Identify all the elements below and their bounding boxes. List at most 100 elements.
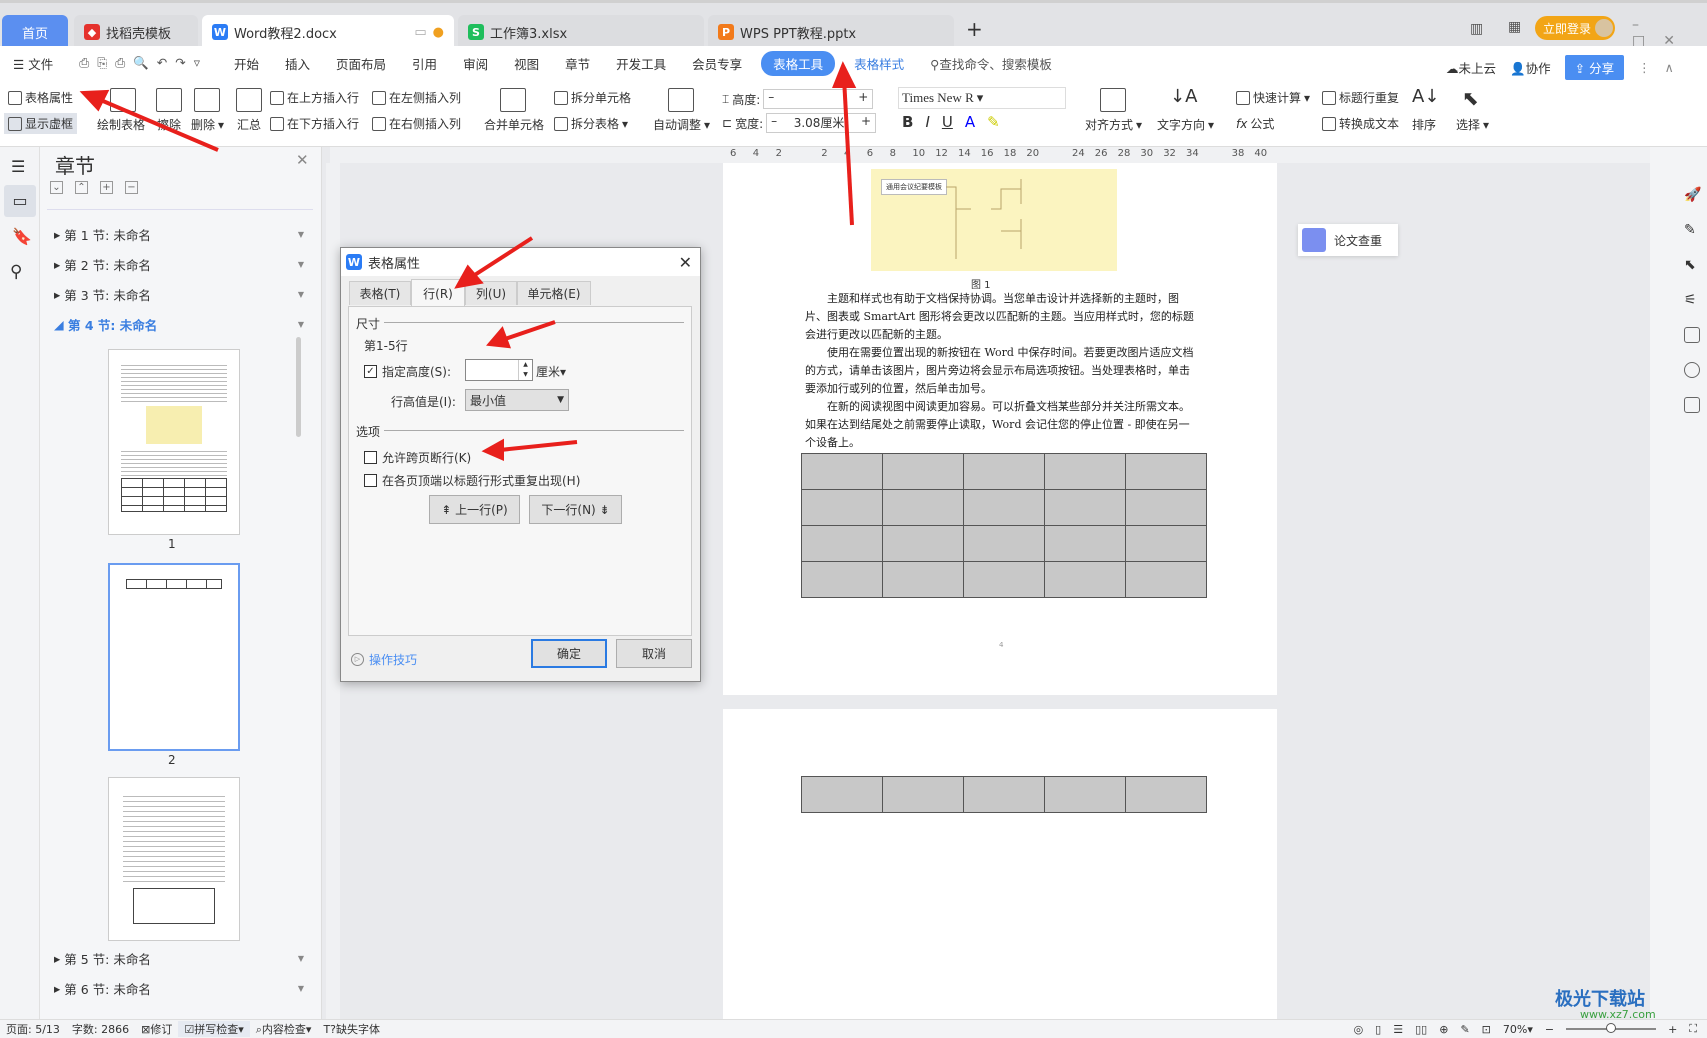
- tab-column[interactable]: 列(U): [465, 281, 517, 305]
- table-cell[interactable]: [1125, 453, 1207, 490]
- tips-link[interactable]: ▷ 操作技巧: [351, 651, 417, 668]
- row-height-mode-select[interactable]: 最小值 ▼: [465, 389, 569, 411]
- table-cell[interactable]: [882, 453, 964, 490]
- height-input[interactable]: – +: [763, 89, 874, 109]
- read-view-icon[interactable]: ▯▯: [1415, 1023, 1427, 1036]
- spell-check-toggle[interactable]: ☑拼写检查▾: [178, 1021, 250, 1037]
- table-cell[interactable]: [1125, 561, 1207, 598]
- close-icon[interactable]: ✕: [296, 151, 309, 169]
- quick-access-toolbar[interactable]: ⎙⎘⎙🔍↶↷▿: [66, 55, 221, 71]
- sliders-icon[interactable]: ⚟: [1684, 292, 1700, 308]
- autofit-button[interactable]: 自动调整 ▾: [653, 116, 710, 133]
- menu-review[interactable]: 审阅: [450, 54, 501, 73]
- outline-icon[interactable]: ☰: [11, 157, 25, 176]
- table-cell[interactable]: [882, 776, 964, 813]
- share-button[interactable]: ⇪ 分享: [1564, 55, 1625, 80]
- table[interactable]: [801, 453, 1207, 598]
- table-cell[interactable]: [1044, 489, 1126, 526]
- formula-button[interactable]: fx 公式: [1236, 115, 1274, 132]
- prev-row-button[interactable]: ⇞ 上一行(P): [429, 495, 520, 524]
- merge-cells-button[interactable]: 合并单元格: [484, 116, 544, 133]
- cancel-button[interactable]: 取消: [616, 639, 692, 668]
- new-tab-button[interactable]: +: [966, 17, 983, 41]
- checkbox[interactable]: [364, 451, 377, 464]
- italic-icon[interactable]: I: [925, 113, 929, 131]
- summary-button[interactable]: 汇总: [237, 116, 261, 133]
- vertical-ruler[interactable]: [326, 163, 340, 1019]
- zoom-out-icon[interactable]: −: [1545, 1023, 1554, 1036]
- layout-icon[interactable]: ▥: [1470, 21, 1483, 37]
- tab-excel[interactable]: S 工作簿3.xlsx: [458, 15, 704, 49]
- delete-button[interactable]: 删除 ▾: [191, 116, 224, 133]
- menu-layout[interactable]: 页面布局: [323, 54, 399, 73]
- web-view-icon[interactable]: ⊕: [1439, 1023, 1448, 1036]
- menu-table-tools[interactable]: 表格工具: [761, 50, 836, 76]
- zoom-level[interactable]: 70%▾: [1503, 1023, 1533, 1036]
- select-button[interactable]: 选择 ▾: [1456, 116, 1489, 133]
- horizontal-ruler[interactable]: 6 4 2 2 4 6 8 10 12 14 16 18 20 24 26 28 30 32 34 38 40: [330, 147, 1650, 163]
- book-icon[interactable]: [1684, 397, 1700, 413]
- table-cell[interactable]: [1044, 561, 1126, 598]
- minus-icon[interactable]: –: [768, 90, 774, 108]
- plus-icon[interactable]: +: [858, 90, 868, 108]
- tab-cell[interactable]: 单元格(E): [517, 281, 591, 305]
- next-row-button[interactable]: 下一行(N) ⇟: [529, 495, 622, 524]
- plus-icon[interactable]: +: [861, 114, 871, 132]
- section-item[interactable]: ▸ 第 1 节: 未命名 ▼: [54, 225, 304, 244]
- menu-start[interactable]: 开始: [221, 54, 272, 73]
- menu-developer[interactable]: 开发工具: [603, 54, 679, 73]
- table-cell[interactable]: [963, 453, 1045, 490]
- collapse-icon[interactable]: ⌃: [75, 181, 88, 194]
- insert-col-left-button[interactable]: 在左侧插入列: [372, 89, 461, 106]
- pen-mode-icon[interactable]: ✎: [1460, 1023, 1469, 1036]
- chapter-nav-icon[interactable]: ▭: [4, 185, 36, 217]
- missing-font[interactable]: T?缺失字体: [317, 1021, 386, 1037]
- scrollbar[interactable]: [296, 337, 301, 437]
- menu-section[interactable]: 章节: [552, 54, 603, 73]
- insert-row-above-button[interactable]: 在上方插入行: [270, 89, 359, 106]
- split-table-button[interactable]: 拆分表格 ▾: [554, 115, 628, 132]
- section-item-active[interactable]: ◢ 第 4 节: 未命名 ▼: [54, 315, 304, 334]
- zoom-in-icon[interactable]: +: [1668, 1023, 1677, 1036]
- content-check[interactable]: ⌕内容检查▾: [250, 1021, 318, 1037]
- tab-row[interactable]: 行(R): [411, 279, 465, 306]
- table-cell[interactable]: [963, 561, 1045, 598]
- table-cell[interactable]: [963, 776, 1045, 813]
- revise-toggle[interactable]: ⊠修订: [135, 1021, 178, 1037]
- table-cell[interactable]: [1044, 776, 1126, 813]
- collab-button[interactable]: 👤协作: [1510, 58, 1551, 77]
- apps-grid-icon[interactable]: ▦: [1508, 19, 1521, 35]
- section-item[interactable]: ▸ 第 6 节: 未命名 ▼: [54, 979, 304, 998]
- dropdown-icon[interactable]: ▼: [298, 320, 304, 329]
- fullscreen-icon[interactable]: ⛶: [1689, 1022, 1697, 1036]
- insert-col-right-button[interactable]: 在右侧插入列: [372, 115, 461, 132]
- collapse-ribbon-icon[interactable]: ∧: [1665, 60, 1674, 75]
- sort-button[interactable]: 排序: [1412, 116, 1436, 133]
- repeat-header-checkbox[interactable]: 在各页顶端以标题行形式重复出现(H): [364, 472, 580, 489]
- table-cell[interactable]: [1044, 453, 1126, 490]
- page-thumbnail[interactable]: [108, 777, 240, 941]
- file-menu[interactable]: ☰ 文件: [0, 54, 66, 73]
- word-count[interactable]: 字数: 2866: [66, 1021, 135, 1037]
- highlight-icon[interactable]: ✎: [987, 113, 1000, 131]
- remove-section-icon[interactable]: −: [125, 181, 138, 194]
- page-indicator[interactable]: 页面: 5/13: [0, 1021, 66, 1037]
- align-button[interactable]: 对齐方式 ▾: [1085, 116, 1142, 133]
- unit-select[interactable]: 厘米▾: [536, 363, 566, 380]
- command-search[interactable]: ⚲查找命令、搜索模板: [917, 54, 1065, 73]
- convert-text-button[interactable]: 转换成文本: [1322, 115, 1399, 132]
- plagiarism-check-button[interactable]: 论文查重: [1298, 224, 1398, 256]
- table-cell[interactable]: [963, 489, 1045, 526]
- outline-view-icon[interactable]: ☰: [1393, 1023, 1403, 1036]
- checkbox-checked[interactable]: ✓: [364, 365, 377, 378]
- font-color-icon[interactable]: A: [965, 113, 975, 131]
- eye-protect-icon[interactable]: ◎: [1354, 1023, 1364, 1036]
- tab-table[interactable]: 表格(T): [349, 281, 411, 305]
- dropdown-icon[interactable]: ▼: [298, 290, 304, 299]
- page-view-icon[interactable]: ▯: [1375, 1023, 1381, 1036]
- mindmap-image[interactable]: 通用会议纪要模板: [871, 169, 1117, 271]
- window-controls[interactable]: –□✕: [1632, 17, 1707, 49]
- login-button[interactable]: 立即登录: [1535, 16, 1615, 40]
- section-item[interactable]: ▸ 第 5 节: 未命名 ▼: [54, 949, 304, 968]
- table-cell[interactable]: [1125, 525, 1207, 562]
